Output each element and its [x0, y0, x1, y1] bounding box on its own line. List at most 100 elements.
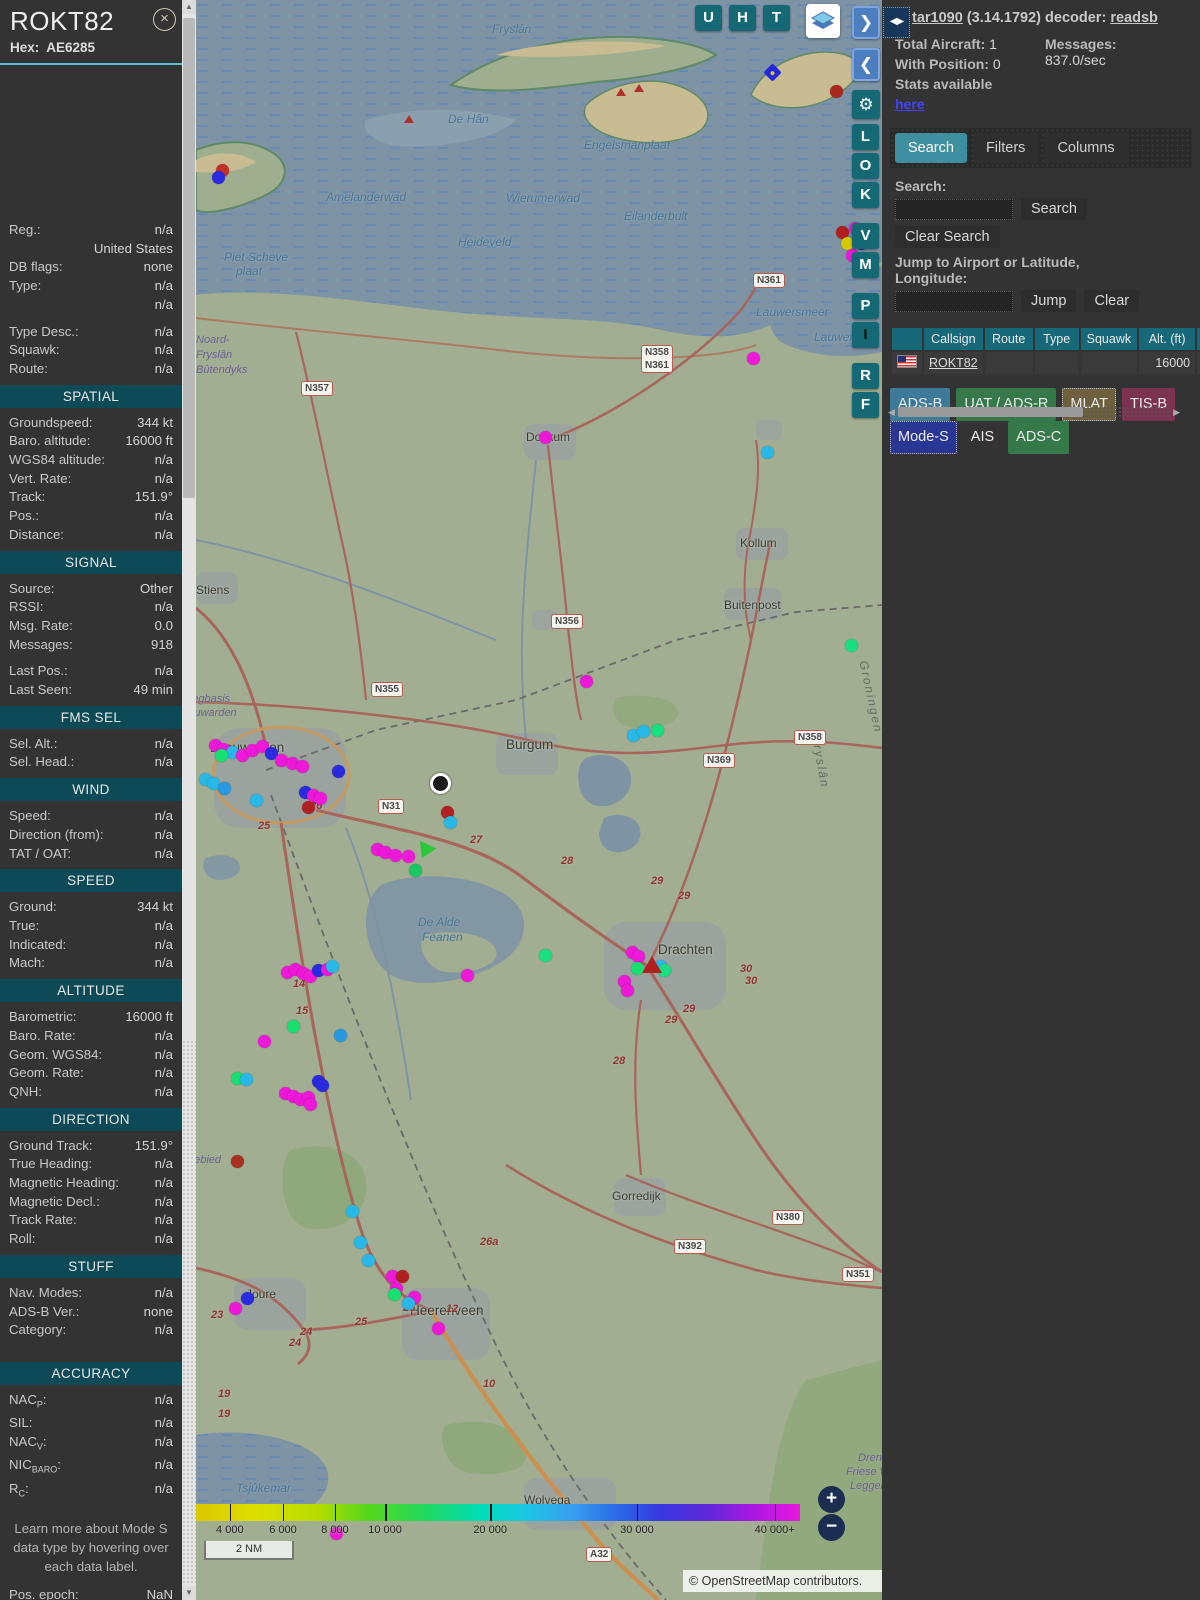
aircraft-history-dot[interactable] — [346, 1205, 359, 1218]
search-button[interactable]: Search — [1021, 198, 1087, 220]
scrollbar-thumb[interactable] — [183, 18, 195, 498]
table-row[interactable]: ROKT82 16000 — [892, 352, 1200, 374]
aircraft-history-dot[interactable] — [580, 675, 593, 688]
aircraft-history-dot[interactable] — [326, 960, 339, 973]
jump-input[interactable] — [895, 290, 1013, 312]
zoom-out-button[interactable]: − — [818, 1514, 845, 1541]
close-icon[interactable]: × — [153, 8, 176, 31]
table-header-cell[interactable]: Alt. (ft) — [1139, 328, 1196, 350]
aircraft-triangle-marker[interactable] — [634, 84, 644, 92]
aircraft-history-dot[interactable] — [388, 1288, 401, 1301]
gear-icon[interactable]: ⚙ — [852, 90, 880, 119]
aircraft-history-dot[interactable] — [332, 765, 345, 778]
legend-mode-s[interactable]: Mode-S — [890, 421, 957, 454]
tab-columns[interactable]: Columns — [1044, 133, 1128, 163]
aircraft-history-dot[interactable] — [539, 949, 552, 962]
map-button-p[interactable]: P — [852, 293, 879, 319]
map-button-i[interactable]: I — [852, 322, 879, 348]
aircraft-history-dot[interactable] — [314, 792, 327, 805]
table-header-cell[interactable]: Callsign — [924, 328, 983, 350]
stats-here-link[interactable]: here — [895, 96, 925, 112]
aircraft-history-dot[interactable] — [231, 1155, 244, 1168]
aircraft-history-dot[interactable] — [316, 1079, 329, 1092]
aircraft-triangle-marker[interactable] — [404, 115, 414, 123]
aircraft-history-dot[interactable] — [830, 85, 843, 98]
aircraft-history-dot[interactable] — [229, 1302, 242, 1315]
map-button-l[interactable]: L — [852, 124, 879, 150]
panel-toggle-button[interactable]: ◀▶ — [883, 7, 910, 38]
table-header-cell[interactable]: Route — [984, 328, 1033, 350]
map-canvas[interactable]: DokkumKollumBuitenpostStiensLeeuwardenBu… — [196, 0, 882, 1600]
table-horizontal-scrollbar[interactable]: ◀ ▶ — [888, 405, 1180, 419]
selected-aircraft-marker[interactable] — [430, 773, 451, 794]
map-button-m[interactable]: M — [852, 252, 879, 278]
scroll-left-icon[interactable]: ◀ — [888, 407, 898, 418]
map-button-t[interactable]: T — [763, 5, 790, 31]
table-header-cell[interactable] — [892, 328, 922, 350]
tab-search[interactable]: Search — [895, 133, 967, 163]
aircraft-history-dot[interactable] — [461, 969, 474, 982]
aircraft-history-dot[interactable] — [747, 352, 760, 365]
aircraft-history-dot[interactable] — [409, 864, 422, 877]
aircraft-history-dot[interactable] — [396, 1270, 409, 1283]
aircraft-history-dot[interactable] — [402, 850, 415, 863]
aircraft-history-dot[interactable] — [761, 446, 774, 459]
aircraft-triangle-marker[interactable] — [642, 956, 662, 973]
aircraft-history-dot[interactable] — [389, 849, 402, 862]
aircraft-history-dot[interactable] — [296, 760, 309, 773]
zoom-in-button[interactable]: + — [818, 1486, 845, 1513]
aircraft-history-dot[interactable] — [241, 1292, 254, 1305]
aircraft-history-dot[interactable] — [362, 1254, 375, 1267]
scroll-right-icon[interactable]: ▶ — [1170, 407, 1180, 418]
aircraft-triangle-marker[interactable] — [616, 88, 626, 96]
aircraft-history-dot[interactable] — [304, 1098, 317, 1111]
tar1090-link[interactable]: tar1090 — [912, 10, 963, 26]
aircraft-history-dot[interactable] — [621, 984, 634, 997]
scrollbar-track[interactable] — [182, 1040, 196, 1584]
hscroll-track[interactable] — [898, 406, 1170, 418]
aircraft-history-dot[interactable] — [444, 816, 457, 829]
aircraft-history-dot[interactable] — [250, 794, 263, 807]
aircraft-history-dot[interactable] — [845, 639, 858, 652]
aircraft-history-dot[interactable] — [302, 801, 315, 814]
aircraft-history-dot[interactable] — [651, 724, 664, 737]
aircraft-history-dot[interactable] — [215, 749, 228, 762]
clear-search-button[interactable]: Clear Search — [895, 226, 1000, 248]
legend-ais[interactable]: AIS — [963, 421, 1002, 454]
map-button-f[interactable]: F — [852, 392, 879, 418]
aircraft-history-dot[interactable] — [240, 1073, 253, 1086]
aircraft-history-dot[interactable] — [218, 782, 231, 795]
map-attribution[interactable]: © OpenStreetMap contributors. — [683, 1570, 882, 1592]
map-button-v[interactable]: V — [852, 223, 879, 249]
map-button-u[interactable]: U — [695, 5, 722, 31]
aircraft-history-dot[interactable] — [637, 725, 650, 738]
aircraft-history-dot[interactable] — [402, 1297, 415, 1310]
panel-collapse-icon[interactable]: ❮ — [852, 48, 880, 81]
map-button-k[interactable]: K — [852, 182, 879, 208]
aircraft-history-dot[interactable] — [354, 1236, 367, 1249]
tab-filters[interactable]: Filters — [972, 133, 1039, 163]
map-button-r[interactable]: R — [852, 363, 879, 389]
aircraft-history-dot[interactable] — [539, 431, 552, 444]
readsb-link[interactable]: readsb — [1110, 10, 1158, 26]
layers-button[interactable] — [806, 4, 840, 38]
table-header-cell[interactable]: Type — [1034, 328, 1079, 350]
table-header-cell[interactable]: Squawk — [1080, 328, 1138, 350]
panel-expand-icon[interactable]: ❯ — [852, 6, 880, 39]
map-button-h[interactable]: H — [729, 5, 756, 31]
search-input[interactable] — [895, 198, 1013, 220]
sidebar-scrollbar[interactable]: ▲ ▼ — [182, 0, 196, 1600]
aircraft-history-dot[interactable] — [287, 1020, 300, 1033]
jump-button[interactable]: Jump — [1021, 290, 1077, 312]
hscroll-thumb[interactable] — [898, 407, 1083, 417]
aircraft-history-dot[interactable] — [258, 1035, 271, 1048]
scroll-down-icon[interactable]: ▼ — [182, 1586, 196, 1600]
aircraft-history-dot[interactable] — [432, 1322, 445, 1335]
legend-ads-c[interactable]: ADS-C — [1008, 421, 1070, 454]
jump-clear-button[interactable]: Clear — [1084, 290, 1140, 312]
scroll-up-icon[interactable]: ▲ — [182, 0, 196, 14]
callsign-cell[interactable]: ROKT82 — [924, 352, 983, 374]
map-button-o[interactable]: O — [852, 153, 879, 179]
aircraft-history-dot[interactable] — [334, 1029, 347, 1042]
aircraft-history-dot[interactable] — [212, 171, 225, 184]
